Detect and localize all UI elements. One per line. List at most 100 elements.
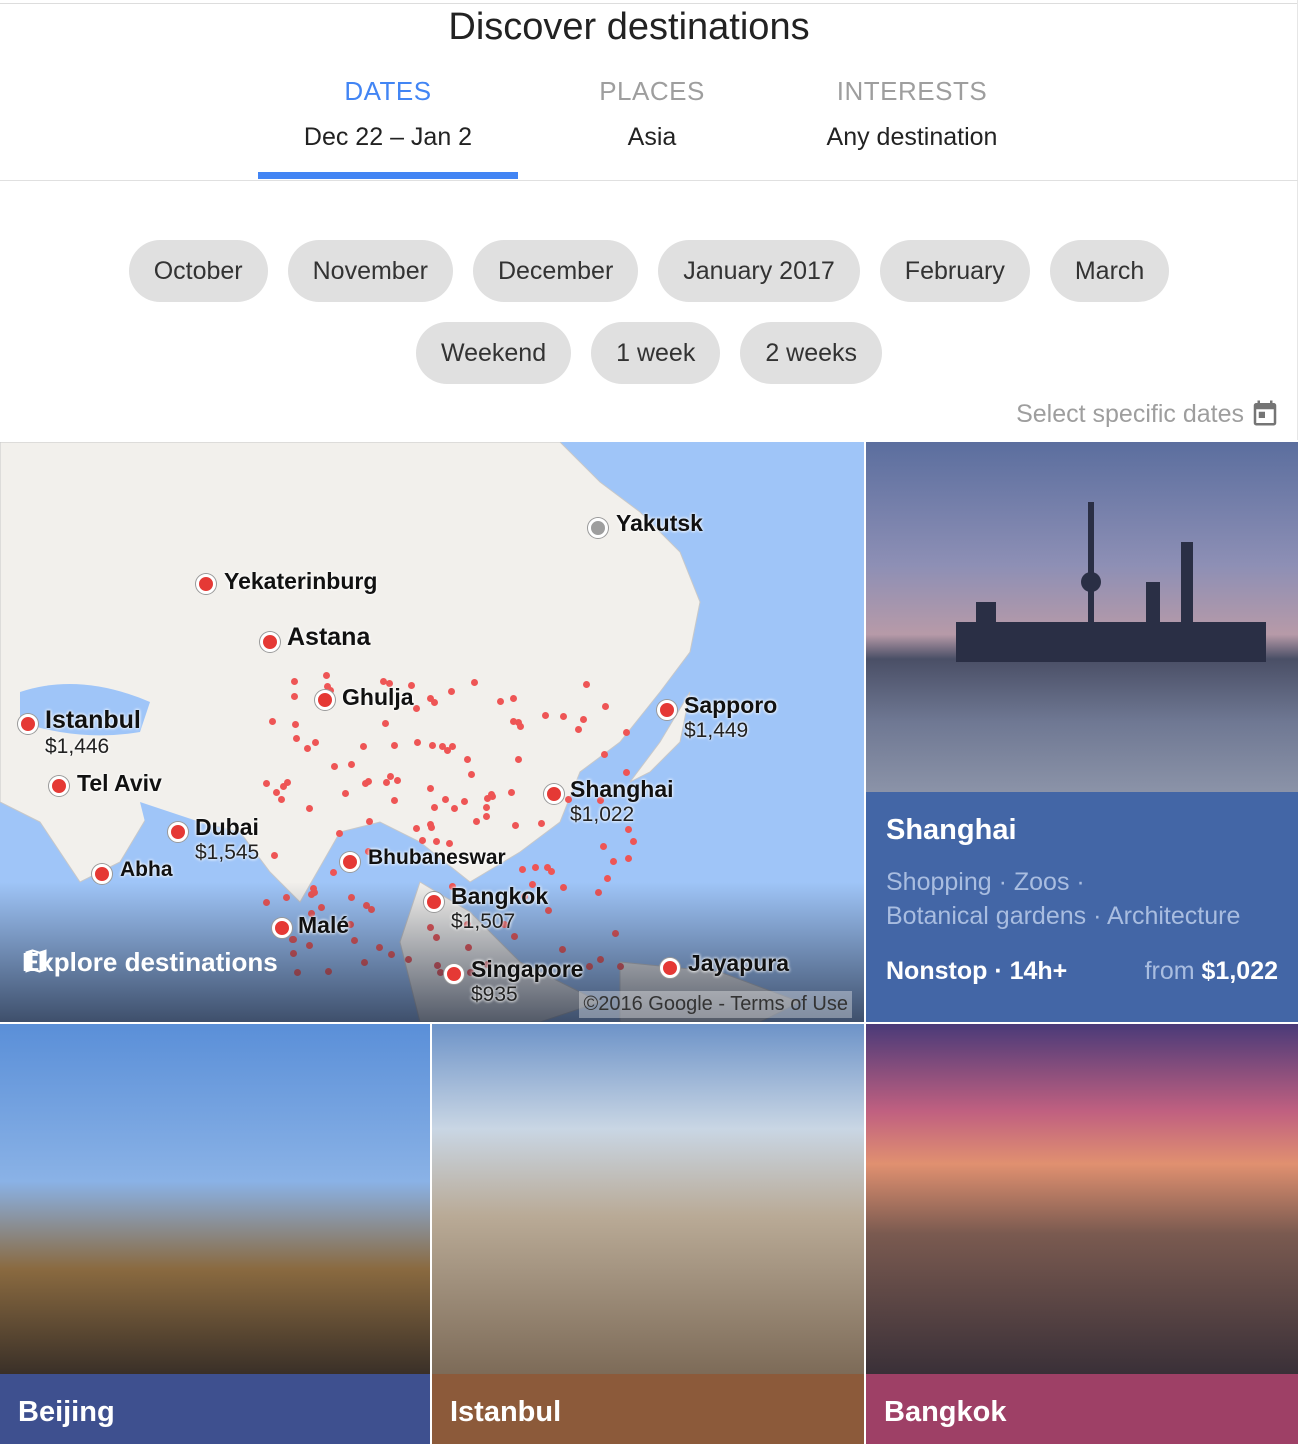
destinations-map[interactable]: Yakutsk Yekaterinburg Astana Ghulja Ista… xyxy=(0,442,864,1022)
map-label-singapore: Singapore $935 xyxy=(471,956,584,1006)
map-pin-male[interactable] xyxy=(272,918,292,938)
minor-dot xyxy=(278,795,286,803)
minor-dot xyxy=(279,782,287,790)
minor-dot xyxy=(450,805,458,813)
map-icon xyxy=(25,949,47,973)
minor-dot xyxy=(586,962,594,970)
tab-dates[interactable]: DATES Dec 22 – Jan 2 xyxy=(258,76,518,179)
chip-december[interactable]: December xyxy=(472,240,639,302)
istanbul-photo[interactable] xyxy=(432,1024,864,1374)
chip-november[interactable]: November xyxy=(287,240,453,302)
map-pin-dubai[interactable] xyxy=(168,822,188,842)
card-beijing[interactable]: Beijing xyxy=(0,1374,430,1444)
map-label-bhubaneswar: Bhubaneswar xyxy=(368,846,506,869)
minor-dot xyxy=(426,820,434,828)
calendar-icon[interactable] xyxy=(1250,398,1280,428)
shanghai-photo[interactable] xyxy=(866,442,1298,792)
minor-dot xyxy=(624,826,632,834)
minor-dot xyxy=(393,777,401,785)
skyline-image xyxy=(956,502,1266,662)
chip-1-week[interactable]: 1 week xyxy=(591,322,721,384)
map-label-tel-aviv: Tel Aviv xyxy=(77,770,162,796)
terms-of-use-link[interactable]: Terms of Use xyxy=(730,993,848,1015)
minor-dot xyxy=(362,901,370,909)
minor-dot xyxy=(463,755,471,763)
minor-dot xyxy=(542,711,550,719)
tab-places[interactable]: PLACES Asia xyxy=(522,76,782,152)
minor-dot xyxy=(600,751,608,759)
minor-dot xyxy=(347,760,355,768)
map-label-male: Malé xyxy=(298,912,350,938)
map-pin-bhubaneswar[interactable] xyxy=(340,852,360,872)
chip-january[interactable]: January 2017 xyxy=(658,240,860,302)
map-pin-istanbul[interactable] xyxy=(18,714,38,734)
tab-label: INTERESTS xyxy=(836,76,988,106)
minor-dot xyxy=(431,803,439,811)
minor-dot xyxy=(483,812,491,820)
card-istanbul[interactable]: Istanbul xyxy=(432,1374,864,1444)
destination-name: Shanghai xyxy=(886,814,1017,846)
minor-dot xyxy=(482,804,490,812)
map-pin-shanghai[interactable] xyxy=(544,784,564,804)
map-pin-singapore[interactable] xyxy=(444,964,464,984)
chip-march[interactable]: March xyxy=(1049,240,1170,302)
chip-october[interactable]: October xyxy=(128,240,268,302)
tab-interests[interactable]: INTERESTS Any destination xyxy=(782,76,1042,152)
bangkok-photo[interactable] xyxy=(866,1024,1298,1374)
card-bangkok[interactable]: Bangkok xyxy=(866,1374,1298,1444)
minor-dot xyxy=(381,719,389,727)
map-label-shanghai: Shanghai $1,022 xyxy=(570,776,674,826)
minor-dot xyxy=(413,738,421,746)
duration-chips: Weekend 1 week 2 weeks xyxy=(0,322,1298,384)
minor-dot xyxy=(517,722,525,730)
divider xyxy=(0,180,1298,181)
minor-dot xyxy=(292,735,300,743)
minor-dot xyxy=(262,779,270,787)
minor-dot xyxy=(324,967,332,975)
map-label-yakutsk: Yakutsk xyxy=(616,510,703,536)
map-pin-yakutsk[interactable] xyxy=(588,518,608,538)
minor-dot xyxy=(413,704,421,712)
select-specific-dates-link[interactable]: Select specific dates xyxy=(1016,400,1244,429)
map-label-ghulja: Ghulja xyxy=(342,684,414,710)
tab-value: Asia xyxy=(627,123,677,151)
featured-destination-card[interactable]: Shanghai Shopping · Zoos · Botanical gard… xyxy=(866,792,1298,1022)
map-label-istanbul: Istanbul $1,446 xyxy=(45,706,141,758)
explore-destinations-button[interactable]: Explore destinations xyxy=(22,947,278,978)
map-pin-tel-aviv[interactable] xyxy=(49,776,69,796)
beijing-photo[interactable] xyxy=(0,1024,430,1374)
minor-dot xyxy=(467,771,475,779)
minor-dot xyxy=(386,772,394,780)
destination-interests: Shopping · Zoos · Botanical gardens · Arc… xyxy=(886,868,1241,930)
minor-dot xyxy=(322,672,330,680)
map-label-dubai: Dubai $1,545 xyxy=(195,814,260,864)
minor-dot xyxy=(311,739,319,747)
minor-dot xyxy=(595,888,603,896)
map-pin-sapporo[interactable] xyxy=(657,700,677,720)
map-pin-ghulja[interactable] xyxy=(315,690,335,710)
map-pin-jayapura[interactable] xyxy=(660,958,680,978)
map-label-jayapura: Jayapura xyxy=(688,950,790,976)
minor-dot xyxy=(511,821,519,829)
chip-february[interactable]: February xyxy=(879,240,1030,302)
minor-dot xyxy=(330,763,338,771)
page-title: Discover destinations xyxy=(448,6,810,48)
map-pin-yekaterinburg[interactable] xyxy=(196,574,216,594)
map-pin-astana[interactable] xyxy=(260,632,280,652)
copyright: ©2016 Google - xyxy=(583,993,731,1015)
map-pin-abha[interactable] xyxy=(92,864,112,884)
minor-dot xyxy=(497,697,505,705)
map-label-yekaterinburg: Yekaterinburg xyxy=(224,568,378,594)
minor-dot xyxy=(447,687,455,695)
map-pin-bangkok[interactable] xyxy=(424,892,444,912)
chip-weekend[interactable]: Weekend xyxy=(415,322,572,384)
minor-dot xyxy=(390,797,398,805)
tab-value: Dec 22 – Jan 2 xyxy=(303,123,473,151)
flight-info: Nonstop · 14h+ xyxy=(886,957,1068,985)
minor-dot xyxy=(412,824,420,832)
minor-dot xyxy=(609,857,617,865)
price-info: from $1,022 xyxy=(1144,957,1278,985)
active-tab-indicator xyxy=(258,172,518,179)
tab-value: Any destination xyxy=(826,123,998,151)
chip-2-weeks[interactable]: 2 weeks xyxy=(740,322,883,384)
